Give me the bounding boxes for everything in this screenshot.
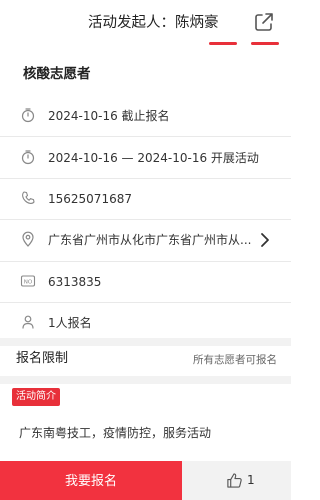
- id-number-text: 6313835: [48, 275, 102, 289]
- bottom-bar: 我要报名 1: [0, 461, 291, 500]
- share-button[interactable]: [252, 10, 276, 34]
- thumbs-up-icon: [227, 473, 242, 488]
- svg-text:NO: NO: [24, 280, 33, 286]
- divider: [0, 136, 291, 137]
- activity-detail-page: 活动发起人：陈炳豪 核酸志愿者 2024-10-16 截止报名 2024-10-…: [0, 0, 291, 500]
- id-row: NO 6313835: [0, 262, 291, 302]
- section-divider: [0, 376, 291, 384]
- address-text: 广东省广州市从化市广东省广州市从...: [48, 233, 252, 247]
- signups-text: 1人报名: [48, 316, 92, 330]
- address-row[interactable]: 广东省广州市从化市广东省广州市从...: [0, 220, 291, 260]
- like-button[interactable]: 1: [182, 461, 291, 500]
- share-icon: [255, 13, 273, 31]
- phone-icon: [22, 191, 35, 204]
- chevron-right-icon: [261, 233, 269, 247]
- header: 活动发起人：陈炳豪: [0, 0, 291, 54]
- period-row: 2024-10-16 — 2024-10-16 开展活动: [0, 138, 291, 178]
- phone-text: 15625071687: [48, 192, 132, 206]
- signups-row: 1人报名: [0, 303, 291, 343]
- location-pin-icon: [22, 231, 34, 247]
- phone-row[interactable]: 15625071687: [0, 179, 291, 219]
- intro-badge: 活动简介: [12, 388, 60, 406]
- share-underline: [251, 42, 279, 45]
- signup-button[interactable]: 我要报名: [0, 461, 182, 500]
- limit-label: 报名限制: [16, 351, 69, 366]
- stopwatch-icon: [21, 108, 35, 123]
- section-divider: [0, 338, 291, 346]
- organizer-underline: [209, 42, 237, 45]
- deadline-row: 2024-10-16 截止报名: [0, 96, 291, 136]
- deadline-text: 2024-10-16 截止报名: [48, 109, 170, 123]
- intro-text: 广东南粤技工，疫情防控，服务活动: [19, 426, 212, 440]
- id-card-icon: NO: [20, 275, 36, 287]
- person-icon: [22, 315, 34, 329]
- activity-title: 核酸志愿者: [23, 66, 91, 82]
- like-count: 1: [247, 473, 255, 487]
- period-text: 2024-10-16 — 2024-10-16 开展活动: [48, 151, 259, 165]
- organizer-label: 活动发起人：陈炳豪: [88, 15, 219, 31]
- limit-value: 所有志愿者可报名: [193, 354, 277, 366]
- stopwatch-icon: [21, 150, 35, 165]
